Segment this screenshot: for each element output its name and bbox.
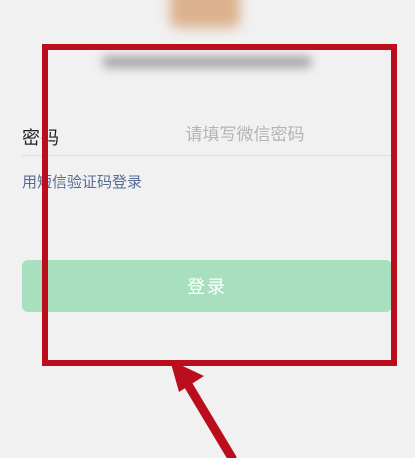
password-divider bbox=[22, 155, 392, 156]
account-name-blurred bbox=[102, 56, 312, 68]
login-button[interactable]: 登录 bbox=[22, 260, 392, 312]
arrow-up-left-icon bbox=[170, 360, 237, 458]
password-input[interactable] bbox=[110, 118, 380, 152]
password-label: 密码 bbox=[22, 128, 60, 149]
avatar bbox=[170, 0, 240, 28]
annotation-highlight-box bbox=[42, 44, 397, 366]
sms-login-link[interactable]: 用短信验证码登录 bbox=[22, 171, 142, 192]
